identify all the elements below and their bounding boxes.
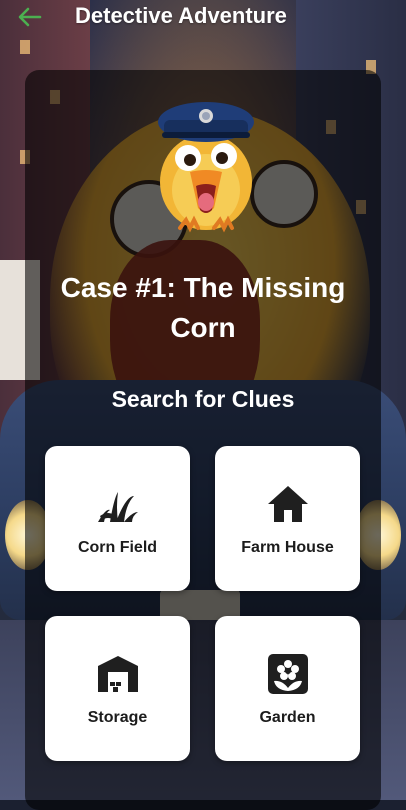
flower-icon <box>267 654 308 694</box>
warehouse-icon <box>97 656 138 692</box>
location-tile-storage[interactable]: Storage <box>45 616 190 761</box>
location-tile-garden[interactable]: Garden <box>215 616 360 761</box>
location-label: Storage <box>87 709 148 726</box>
location-label: Farm House <box>241 539 334 556</box>
app-title: Detective Adventure <box>75 3 287 28</box>
arrow-back-icon <box>18 7 42 27</box>
location-tile-farm-house[interactable]: Farm House <box>215 446 360 591</box>
case-title: Case #1: The Missing Corn <box>60 272 346 343</box>
detective-chicken-image <box>158 102 254 233</box>
app-bar: Detective Adventure <box>0 0 406 34</box>
house-icon <box>267 486 308 522</box>
back-button[interactable] <box>14 4 44 30</box>
search-clues-heading: Search for Clues <box>111 386 295 412</box>
location-tile-corn-field[interactable]: Corn Field <box>45 446 190 591</box>
location-label: Garden <box>259 709 316 726</box>
location-label: Corn Field <box>77 539 158 556</box>
grass-icon <box>97 492 138 522</box>
